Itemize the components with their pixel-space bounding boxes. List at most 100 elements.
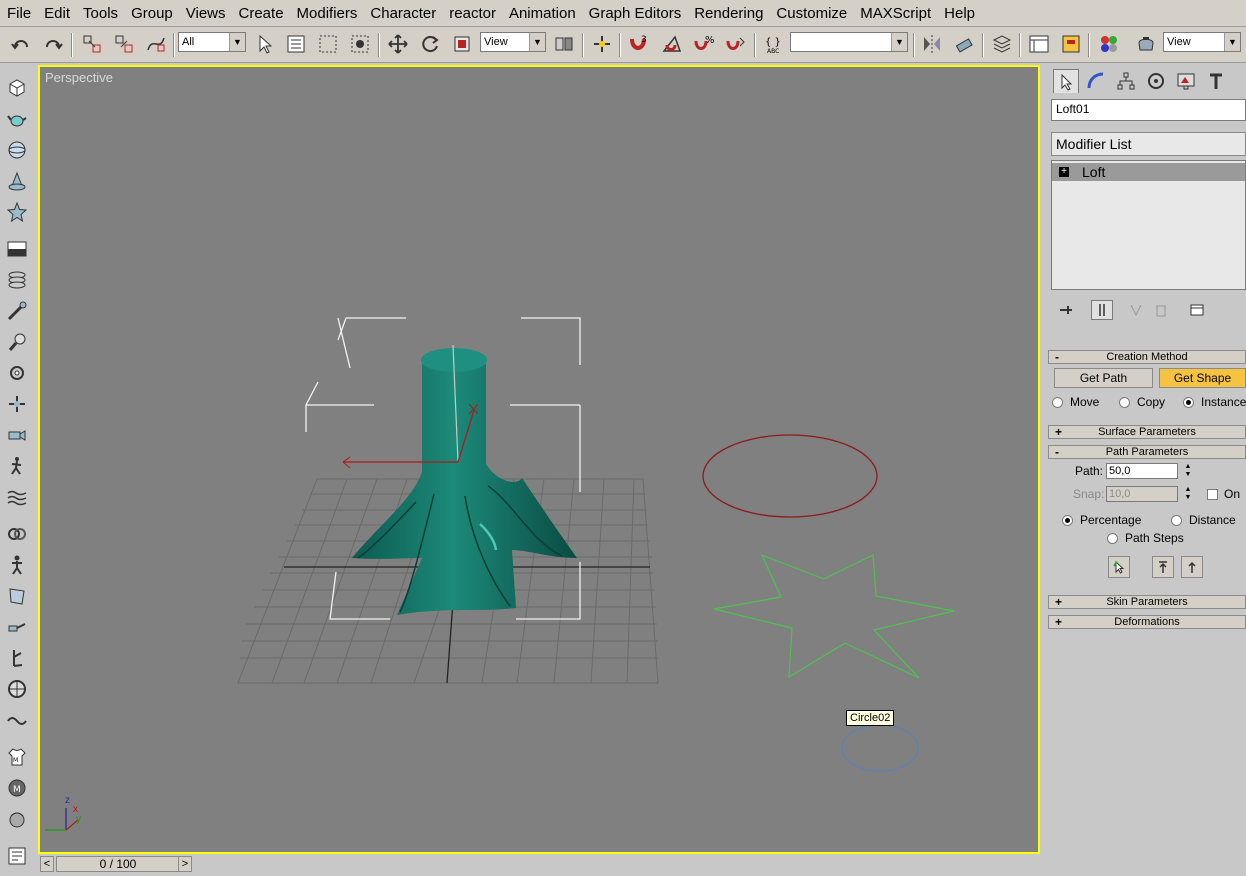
hammer-icon[interactable] — [4, 614, 30, 640]
menu-views[interactable]: Views — [179, 0, 232, 27]
path-steps-radio[interactable]: Path Steps — [1107, 531, 1184, 545]
path-parameters-rollout[interactable]: - Path Parameters — [1048, 445, 1246, 459]
walk-icon[interactable] — [4, 453, 30, 479]
move-radio[interactable]: Move — [1052, 395, 1099, 409]
copy-radio[interactable]: Copy — [1119, 395, 1165, 409]
menu-graph-editors[interactable]: Graph Editors — [582, 0, 688, 27]
deformations-rollout[interactable]: + Deformations — [1048, 615, 1246, 629]
menu-maxscript[interactable]: MAXScript — [853, 0, 937, 27]
gear-icon[interactable] — [4, 360, 30, 386]
select-object-icon[interactable] — [252, 31, 278, 57]
snaps-toggle-icon[interactable]: 3 — [626, 31, 652, 57]
utilities-tab-icon[interactable] — [1203, 69, 1229, 93]
menu-reactor[interactable]: reactor — [442, 0, 502, 27]
select-by-name-icon[interactable] — [283, 31, 309, 57]
rope-icon[interactable] — [4, 707, 30, 733]
select-and-manipulate-icon[interactable] — [589, 31, 615, 57]
sphere-icon[interactable] — [4, 137, 30, 163]
select-and-move-icon[interactable] — [385, 31, 411, 57]
redo-icon[interactable] — [40, 31, 66, 57]
path-spinner-arrows[interactable]: ▲ ▼ — [1183, 463, 1193, 479]
expand-plus-icon[interactable]: + — [1059, 167, 1069, 177]
cone-icon[interactable] — [4, 168, 30, 194]
tape-measure-icon[interactable] — [4, 298, 30, 324]
pivot-center-icon[interactable] — [551, 31, 577, 57]
angle-snap-icon[interactable] — [659, 31, 685, 57]
modifier-stack[interactable]: + Loft — [1051, 160, 1246, 290]
wave-icon[interactable] — [4, 484, 30, 510]
edit-named-selection-icon[interactable]: { } ABC — [761, 31, 787, 57]
menu-create[interactable]: Create — [232, 0, 290, 27]
mirror-icon[interactable] — [919, 31, 945, 57]
snap-spinner-arrows[interactable]: ▲ ▼ — [1183, 486, 1193, 502]
menu-customize[interactable]: Customize — [769, 0, 853, 27]
star-shape-icon[interactable] — [4, 199, 30, 225]
next-frame-button[interactable]: > — [178, 856, 192, 872]
material-editor-icon[interactable] — [1096, 31, 1122, 57]
motion-tab-icon[interactable] — [1143, 69, 1169, 93]
hierarchy-tab-icon[interactable] — [1113, 69, 1139, 93]
menu-file[interactable]: File — [0, 0, 37, 27]
get-shape-button[interactable]: Get Shape — [1159, 368, 1246, 388]
modify-tab-icon[interactable] — [1083, 69, 1109, 93]
configure-modifier-sets-icon[interactable] — [1186, 300, 1208, 320]
window-crossing-icon[interactable] — [347, 31, 373, 57]
menu-tools[interactable]: Tools — [76, 0, 124, 27]
menu-modifiers[interactable]: Modifiers — [290, 0, 364, 27]
menu-rendering[interactable]: Rendering — [687, 0, 769, 27]
select-and-rotate-icon[interactable] — [417, 31, 443, 57]
tshirt-icon[interactable]: M — [4, 744, 30, 770]
pick-shape-button[interactable] — [1108, 556, 1130, 578]
ragdoll-icon[interactable] — [4, 645, 30, 671]
align-icon[interactable] — [951, 31, 977, 57]
rectangular-selection-icon[interactable] — [315, 31, 341, 57]
box-icon[interactable] — [4, 74, 30, 100]
render-scene-icon[interactable] — [1133, 31, 1159, 57]
named-selection-dropdown[interactable]: ▼ — [790, 32, 908, 52]
render-type-dropdown[interactable]: View ▼ — [1163, 32, 1241, 52]
teapot-icon[interactable] — [4, 106, 30, 132]
hair-icon[interactable] — [4, 806, 30, 832]
link-chain-icon[interactable] — [4, 521, 30, 547]
remove-modifier-icon[interactable] — [1150, 300, 1172, 320]
get-path-button[interactable]: Get Path — [1054, 368, 1153, 388]
maxscript-listener-icon[interactable] — [4, 843, 30, 869]
camera-icon[interactable] — [4, 422, 30, 448]
menu-edit[interactable]: Edit — [37, 0, 76, 27]
cloth-icon[interactable] — [4, 583, 30, 609]
create-tab-icon[interactable] — [1053, 69, 1079, 93]
spinner-snap-icon[interactable] — [723, 31, 749, 57]
creation-method-rollout[interactable]: - Creation Method — [1048, 350, 1246, 364]
biped-icon[interactable] — [4, 552, 30, 578]
percent-snap-icon[interactable]: % — [691, 31, 717, 57]
curve-editor-icon[interactable] — [1026, 31, 1052, 57]
select-and-scale-icon[interactable] — [449, 31, 475, 57]
path-spinner-field[interactable]: 50,0 — [1106, 463, 1178, 479]
layer-manager-icon[interactable] — [989, 31, 1015, 57]
bind-to-space-warp-icon[interactable] — [143, 31, 169, 57]
make-unique-icon[interactable] — [1125, 300, 1147, 320]
unlink-selection-icon[interactable] — [111, 31, 137, 57]
modifier-list-dropdown[interactable]: Modifier List — [1051, 132, 1246, 156]
pin-stack-icon[interactable] — [1055, 300, 1077, 320]
skin-parameters-rollout[interactable]: + Skin Parameters — [1048, 595, 1246, 609]
instance-radio[interactable]: Instance — [1183, 395, 1246, 409]
stack-item-loft[interactable]: + Loft — [1052, 163, 1245, 181]
menu-help[interactable]: Help — [937, 0, 981, 27]
snap-on-checkbox[interactable] — [1207, 489, 1218, 500]
surface-parameters-rollout[interactable]: + Surface Parameters — [1048, 425, 1246, 439]
time-slider[interactable]: 0 / 100 — [56, 856, 180, 872]
previous-shape-button[interactable] — [1152, 556, 1174, 578]
reference-coordinate-dropdown[interactable]: View ▼ — [480, 32, 546, 52]
schematic-view-icon[interactable] — [1058, 31, 1084, 57]
snap-spinner-field[interactable]: 10,0 — [1106, 486, 1178, 502]
percentage-radio[interactable]: Percentage — [1062, 513, 1141, 527]
viewport-label[interactable]: Perspective — [45, 70, 113, 85]
show-end-result-icon[interactable] — [1091, 300, 1113, 320]
menu-character[interactable]: Character — [363, 0, 442, 27]
paint-brush-icon[interactable] — [4, 329, 30, 355]
undo-icon[interactable] — [8, 31, 34, 57]
helper-icon[interactable] — [4, 391, 30, 417]
menu-animation[interactable]: Animation — [502, 0, 582, 27]
sphere-m-icon[interactable]: M — [4, 775, 30, 801]
